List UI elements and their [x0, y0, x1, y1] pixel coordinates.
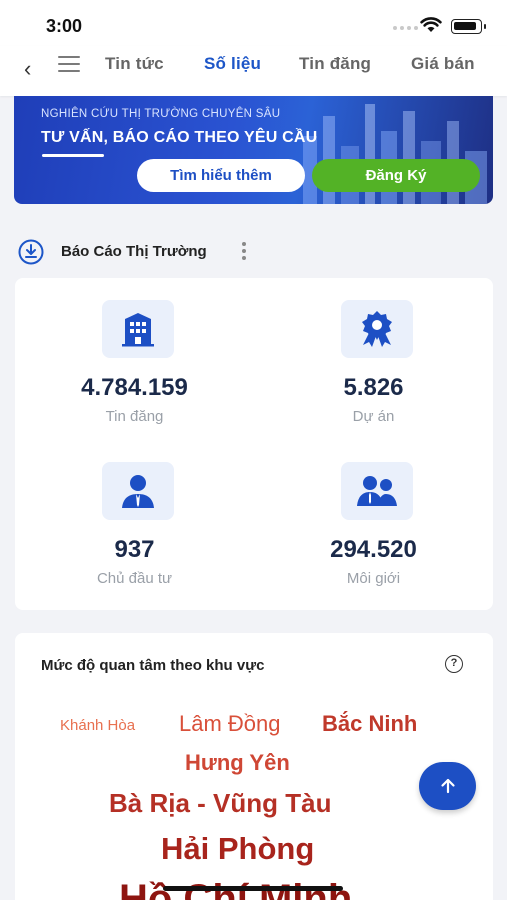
stat-investors[interactable]: 937 Chủ đầu tư	[15, 440, 254, 600]
tab-prices[interactable]: Giá bán	[411, 54, 475, 74]
market-report-header: Báo Cáo Thị Trường	[18, 238, 488, 266]
stat-value: 937	[114, 536, 155, 563]
brokers-group-icon	[341, 462, 413, 520]
banner-underline	[42, 154, 104, 157]
hamburger-menu-icon[interactable]	[58, 56, 80, 77]
word-cloud-item[interactable]: Hưng Yên	[185, 750, 290, 776]
regional-interest-card: Mức độ quan tâm theo khu vực ? Khánh Hòa…	[15, 633, 493, 900]
cellular-signal-icon	[393, 26, 418, 30]
scroll-to-top-button[interactable]	[419, 762, 476, 810]
stat-listings[interactable]: 4.784.159 Tin đăng	[15, 278, 254, 438]
word-cloud-item[interactable]: Bà Rịa - Vũng Tàu	[109, 788, 331, 819]
banner-title: TƯ VẤN, BÁO CÁO THEO YÊU CẦU	[41, 129, 318, 146]
regional-interest-title: Mức độ quan tâm theo khu vực	[41, 657, 265, 674]
word-cloud-item[interactable]: Khánh Hòa	[60, 717, 135, 734]
stat-brokers[interactable]: 294.520 Môi giới	[254, 440, 493, 600]
building-icon	[102, 300, 174, 358]
tab-statistics[interactable]: Số liệu	[204, 54, 261, 74]
word-cloud-item[interactable]: Bắc Ninh	[322, 711, 417, 737]
stat-value: 5.826	[343, 374, 404, 401]
promo-banner: NGHIÊN CỨU THỊ TRƯỜNG CHUYÊN SÂU TƯ VẤN,…	[14, 96, 493, 204]
wifi-icon	[420, 17, 442, 32]
tab-listings[interactable]: Tin đăng	[299, 54, 371, 74]
stat-value: 294.520	[330, 536, 417, 563]
status-time: 3:00	[46, 16, 83, 36]
stat-value: 4.784.159	[81, 374, 188, 401]
arrow-up-icon	[440, 778, 455, 794]
learn-more-button[interactable]: Tìm hiểu thêm	[137, 159, 305, 192]
word-cloud-item[interactable]: Lâm Đồng	[179, 711, 281, 737]
more-options-icon[interactable]	[242, 242, 248, 263]
stat-label: Tin đăng	[105, 408, 164, 425]
word-cloud-item[interactable]: Hải Phòng	[161, 831, 314, 867]
stat-label: Chủ đầu tư	[96, 570, 173, 587]
stat-label: Dự án	[352, 408, 395, 425]
stat-label: Môi giới	[346, 570, 401, 587]
stat-projects[interactable]: 5.826 Dự án	[254, 278, 493, 438]
market-report-title: Báo Cáo Thị Trường	[61, 243, 207, 260]
top-nav: ‹ Tin tức Số liệu Tin đăng Giá bán	[0, 46, 507, 96]
help-question-icon[interactable]: ?	[445, 655, 463, 673]
award-badge-icon	[341, 300, 413, 358]
battery-icon	[451, 19, 486, 34]
back-chevron-icon[interactable]: ‹	[24, 56, 31, 82]
status-bar: 3:00	[0, 0, 507, 46]
stats-card: 4.784.159 Tin đăng 5.826 Dự án 937 Chủ đ…	[15, 278, 493, 610]
banner-kicker: NGHIÊN CỨU THỊ TRƯỜNG CHUYÊN SÂU	[41, 108, 281, 120]
register-button[interactable]: Đăng Ký	[312, 159, 480, 192]
home-indicator[interactable]	[163, 886, 343, 891]
download-icon[interactable]	[18, 239, 44, 265]
investor-person-icon	[102, 462, 174, 520]
tab-news[interactable]: Tin tức	[105, 54, 164, 74]
